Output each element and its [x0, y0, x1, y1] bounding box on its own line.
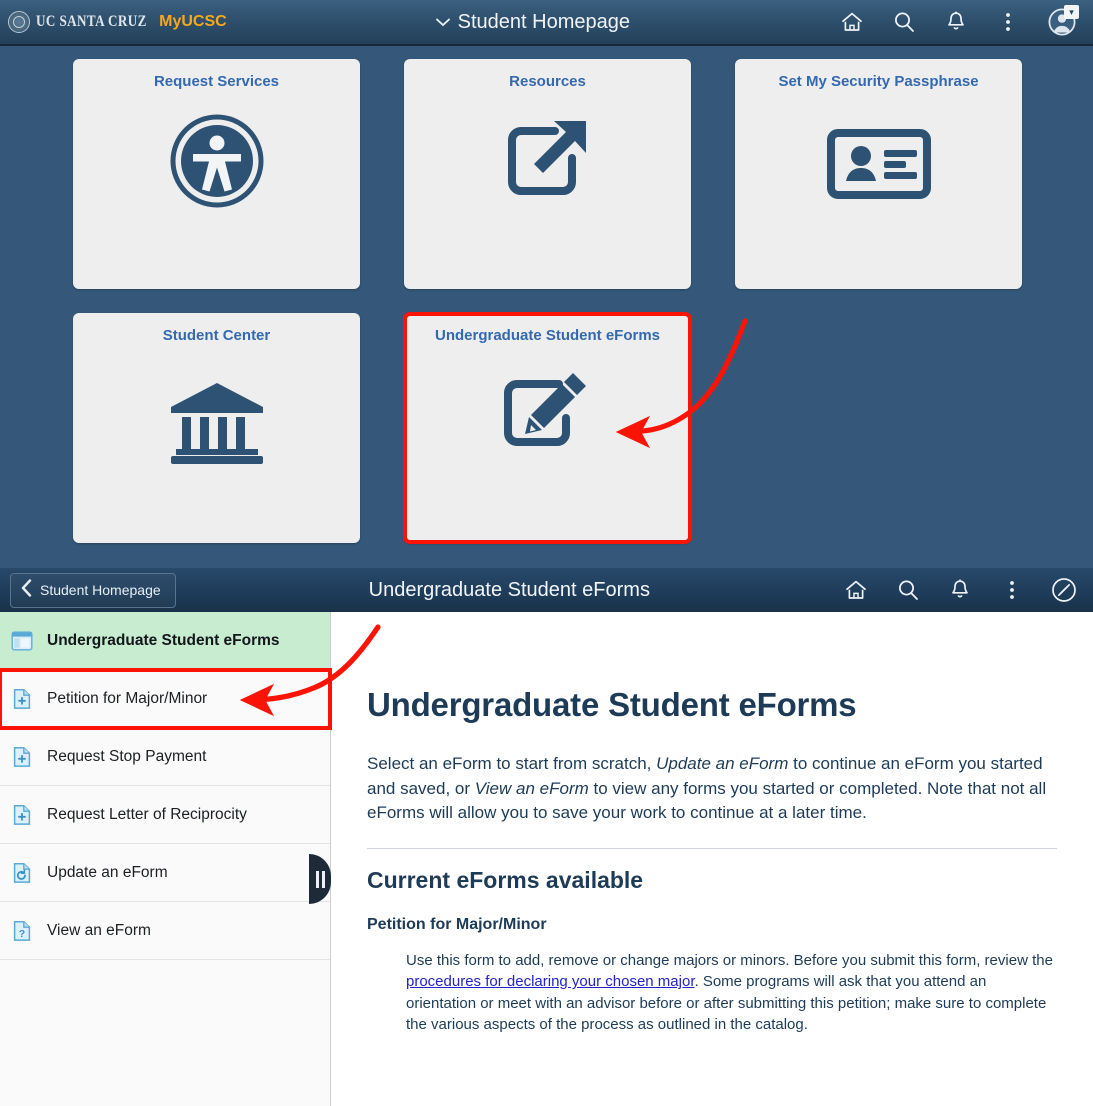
actions-kebab-icon[interactable] — [999, 577, 1025, 603]
content-divider — [367, 847, 1057, 849]
sidebar-item-label: Update an eForm — [47, 863, 168, 881]
document-add-icon — [10, 686, 34, 712]
sidebar-item-request-letter-of-reciprocity[interactable]: Request Letter of Reciprocity — [0, 786, 330, 844]
accessibility-icon — [73, 91, 360, 289]
sub-header-bar: Student Homepage Undergraduate Student e… — [0, 568, 1093, 612]
sidebar-item-label: Undergraduate Student eForms — [47, 631, 280, 649]
eforms-content-panel: Undergraduate Student eForms Select an e… — [331, 612, 1093, 1106]
handle-bar-left — [315, 870, 319, 888]
home-icon[interactable] — [843, 577, 869, 603]
petition-description: Use this form to add, remove or change m… — [406, 950, 1057, 1035]
svg-text:?: ? — [19, 928, 25, 940]
actions-kebab-icon[interactable] — [995, 9, 1021, 35]
lead-emphasis-view: View an eForm — [474, 778, 589, 798]
sidebar-item-undergraduate-student-eforms[interactable]: Undergraduate Student eForms — [0, 612, 330, 670]
sidebar-item-label: Request Letter of Reciprocity — [47, 805, 247, 823]
notifications-bell-icon[interactable] — [947, 577, 973, 603]
handle-bar-right — [321, 870, 325, 888]
back-button-label: Student Homepage — [40, 582, 161, 598]
lead-emphasis-update: Update an eForm — [656, 754, 789, 773]
sub-page-title: Undergraduate Student eForms — [368, 578, 650, 601]
search-icon[interactable] — [895, 577, 921, 603]
eforms-sidebar: Undergraduate Student eForms Petition fo… — [0, 612, 332, 1106]
avatar-chevron-down-icon[interactable]: ▾ — [1064, 5, 1079, 19]
document-add-icon — [10, 802, 34, 828]
tile-student-center[interactable]: Student Center — [73, 313, 360, 543]
sub-header-icon-group — [843, 577, 1093, 603]
content-lead-paragraph: Select an eForm to start from scratch, U… — [367, 752, 1047, 826]
petition-text-1: Use this form to add, remove or change m… — [406, 951, 1053, 969]
tile-title: Request Services — [153, 73, 280, 90]
chevron-left-icon — [21, 578, 32, 602]
declaring-major-procedures-link[interactable]: procedures for declaring your chosen maj… — [406, 973, 695, 990]
page-body: Undergraduate Student eForms Petition fo… — [0, 612, 1093, 1106]
subsection-heading-petition: Petition for Major/Minor — [367, 915, 547, 933]
sidebar-item-label: Request Stop Payment — [47, 747, 207, 765]
sidebar-item-update-an-eform[interactable]: Update an eForm — [0, 844, 330, 902]
external-link-icon — [404, 91, 691, 289]
sidebar-item-label: Petition for Major/Minor — [47, 689, 208, 707]
notifications-bell-icon[interactable] — [943, 9, 969, 35]
tile-set-security-passphrase[interactable]: Set My Security Passphrase — [735, 59, 1022, 289]
section-heading-current-eforms: Current eForms available — [367, 866, 644, 893]
bank-building-icon — [73, 345, 360, 543]
edit-form-pencil-icon — [404, 345, 691, 543]
tile-title: Undergraduate Student eForms — [434, 327, 661, 344]
sub-header-title-wrap: Undergraduate Student eForms — [176, 579, 843, 602]
tile-row-2: Student Center Undergraduate Student eFo… — [0, 289, 1093, 544]
sidebar-item-label: View an eForm — [47, 921, 151, 939]
home-icon[interactable] — [839, 9, 865, 35]
header-icon-group: ▾ — [839, 5, 1093, 37]
brand-uc-label: UC SANTA CRUZ — [36, 13, 147, 30]
chevron-down-icon — [435, 15, 450, 30]
profile-avatar-icon[interactable]: ▾ — [1047, 5, 1079, 37]
top-header-bar: UC SANTA CRUZ MyUCSC Student Homepage ▾ — [0, 0, 1093, 46]
content-heading: Undergraduate Student eForms — [367, 686, 857, 723]
ucsc-seal-icon — [8, 11, 30, 33]
tile-undergraduate-student-eforms[interactable]: Undergraduate Student eForms — [403, 312, 692, 544]
tile-row-1: Request Services Resources Set My Securi… — [0, 46, 1093, 289]
sidebar-item-view-an-eform[interactable]: ? View an eForm — [0, 902, 330, 960]
tile-resources[interactable]: Resources — [404, 59, 691, 289]
homepage-tile-area: Request Services Resources Set My Securi… — [0, 46, 1093, 568]
tile-title: Student Center — [162, 327, 271, 344]
homepage-selector[interactable]: Student Homepage — [227, 11, 839, 34]
search-icon[interactable] — [891, 9, 917, 35]
myucsc-screen: UC SANTA CRUZ MyUCSC Student Homepage ▾ … — [0, 0, 1093, 1106]
sidebar-item-petition-for-major-minor[interactable]: Petition for Major/Minor — [0, 668, 332, 730]
document-add-icon — [10, 744, 34, 770]
tile-request-services[interactable]: Request Services — [73, 59, 360, 289]
tile-title: Resources — [509, 73, 586, 90]
tile-placeholder — [735, 313, 1022, 543]
tile-title: Set My Security Passphrase — [778, 73, 979, 90]
form-window-icon — [10, 628, 34, 654]
back-to-student-homepage-button[interactable]: Student Homepage — [10, 572, 176, 608]
compass-icon[interactable] — [1051, 577, 1077, 603]
document-question-icon: ? — [10, 918, 34, 944]
id-card-icon — [735, 91, 1022, 289]
page-title: Student Homepage — [457, 10, 630, 33]
lead-text-1: Select an eForm to start from scratch, — [367, 754, 657, 773]
document-refresh-icon — [10, 860, 34, 886]
sidebar-item-request-stop-payment[interactable]: Request Stop Payment — [0, 728, 330, 786]
ucsc-brand-logo[interactable]: UC SANTA CRUZ MyUCSC — [0, 11, 227, 33]
brand-myucsc-label: MyUCSC — [159, 13, 227, 30]
